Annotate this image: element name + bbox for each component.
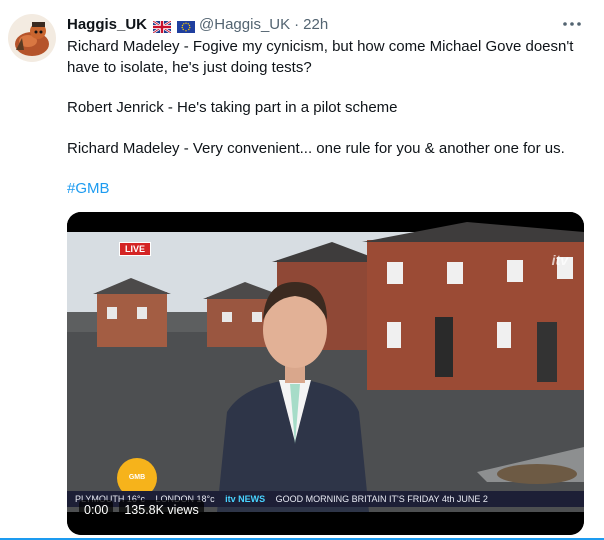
live-badge: LIVE	[119, 242, 152, 256]
avatar[interactable]	[8, 14, 56, 62]
video-player[interactable]: LIVE itv GMB PLYMOUTH 16°c LONDON 18°c i…	[67, 212, 584, 535]
ticker-brand: itv NEWS	[225, 494, 266, 504]
tweet-text: Richard Madeley - Fogive my cynicism, bu…	[67, 37, 592, 220]
video-time: 0:00	[79, 500, 114, 520]
tweet-header: Haggis_UK @Haggis_UK · 22h	[67, 15, 597, 35]
display-name[interactable]: Haggis_UK	[67, 15, 147, 35]
view-count: 135.8K views	[119, 500, 204, 520]
ticker-headline: GOOD MORNING BRITAIN IT'S FRIDAY 4th JUN…	[275, 494, 488, 504]
separator-dot: ·	[294, 16, 300, 33]
tweet[interactable]: Haggis_UK @Haggis_UK · 22h Richard Madel…	[0, 0, 604, 540]
hashtag-link[interactable]: #GMB	[67, 180, 110, 197]
tweet-paragraph: Richard Madeley - Very convenient... one…	[67, 139, 565, 157]
uk-flag-icon	[152, 19, 172, 34]
more-icon[interactable]	[562, 14, 582, 34]
tweet-paragraph: Richard Madeley - Fogive my cynicism, bu…	[67, 38, 574, 76]
eu-flag-icon	[177, 19, 196, 33]
user-handle[interactable]: @Haggis_UK	[199, 15, 290, 35]
timestamp[interactable]: 22h	[303, 15, 328, 35]
video-overlay: 0:00 135.8K views	[79, 500, 204, 520]
tweet-paragraph: Robert Jenrick - He's taking part in a p…	[67, 99, 398, 116]
itv-logo: itv	[551, 252, 568, 268]
